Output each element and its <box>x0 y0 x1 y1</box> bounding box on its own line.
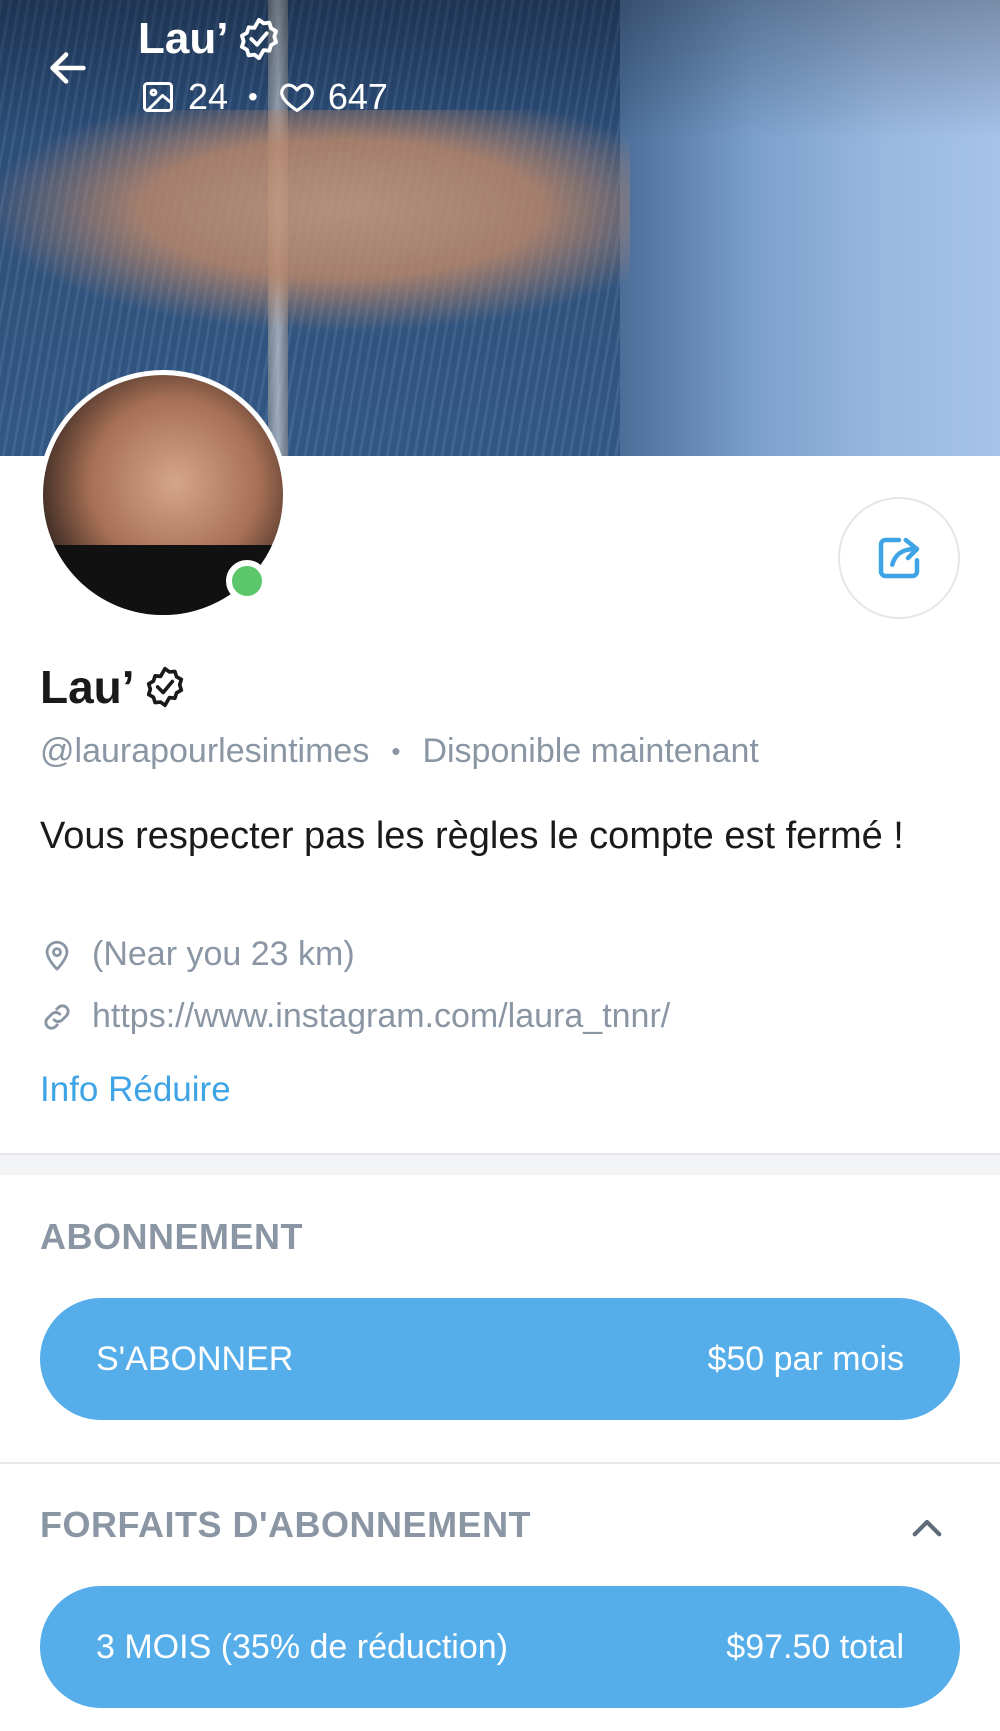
profile-bio: Vous respecter pas les règles le compte … <box>40 815 904 857</box>
media-count-stat[interactable]: 24 <box>140 76 228 118</box>
share-button[interactable] <box>838 497 960 619</box>
share-icon <box>878 537 920 579</box>
cover-figure <box>0 110 630 330</box>
handle-row: @laurapourlesintimes • Disponible mainte… <box>40 732 759 771</box>
likes-count-stat[interactable]: 647 <box>278 76 388 118</box>
verified-badge-icon <box>240 17 279 61</box>
subscribe-button[interactable]: S'ABONNER $50 par mois <box>40 1298 960 1420</box>
subscription-section-title: ABONNEMENT <box>40 1216 303 1257</box>
availability-status: Disponible maintenant <box>422 732 759 770</box>
handle-separator: • <box>391 736 401 766</box>
profile-handle: @laurapourlesintimes <box>40 732 370 770</box>
profile-name: Lau’ <box>40 660 187 714</box>
media-count: 24 <box>188 76 229 117</box>
image-icon <box>143 82 173 112</box>
stats-separator: • <box>248 81 258 112</box>
info-collapse-link[interactable]: Info Réduire <box>40 1070 231 1110</box>
location-pin-icon <box>45 940 69 971</box>
link-icon <box>44 1003 70 1030</box>
likes-count: 647 <box>327 76 388 117</box>
section-divider <box>0 1153 1000 1175</box>
subscribe-label: S'ABONNER <box>96 1339 294 1378</box>
online-status-indicator <box>226 560 268 602</box>
plan-price: $97.50 total <box>726 1627 904 1666</box>
top-bar: Lau’ 24 • 647 <box>0 0 1000 140</box>
top-title: Lau’ <box>138 14 282 64</box>
plans-collapse-button[interactable] <box>902 1504 952 1554</box>
top-stats: 24 • 647 <box>140 76 388 118</box>
heart-icon <box>280 83 314 113</box>
chevron-up-icon <box>912 1519 942 1537</box>
profile-link[interactable]: https://www.instagram.com/laura_tnnr/ <box>92 997 670 1036</box>
location-text: (Near you 23 km) <box>92 935 355 973</box>
plans-divider <box>0 1462 1000 1464</box>
plan-label: 3 MOIS (35% de réduction) <box>96 1627 508 1666</box>
link-row[interactable]: https://www.instagram.com/laura_tnnr/ <box>40 997 670 1036</box>
arrow-left-icon <box>50 52 86 84</box>
top-title-name: Lau’ <box>138 14 229 63</box>
plan-button-3-months[interactable]: 3 MOIS (35% de réduction) $97.50 total <box>40 1586 960 1708</box>
subscribe-price: $50 par mois <box>707 1339 904 1378</box>
verified-badge-icon <box>146 666 183 708</box>
plans-section-title: FORFAITS D'ABONNEMENT <box>40 1504 532 1545</box>
location-row: (Near you 23 km) <box>40 935 355 974</box>
profile-display-name: Lau’ <box>40 661 135 713</box>
back-button[interactable] <box>40 40 96 96</box>
